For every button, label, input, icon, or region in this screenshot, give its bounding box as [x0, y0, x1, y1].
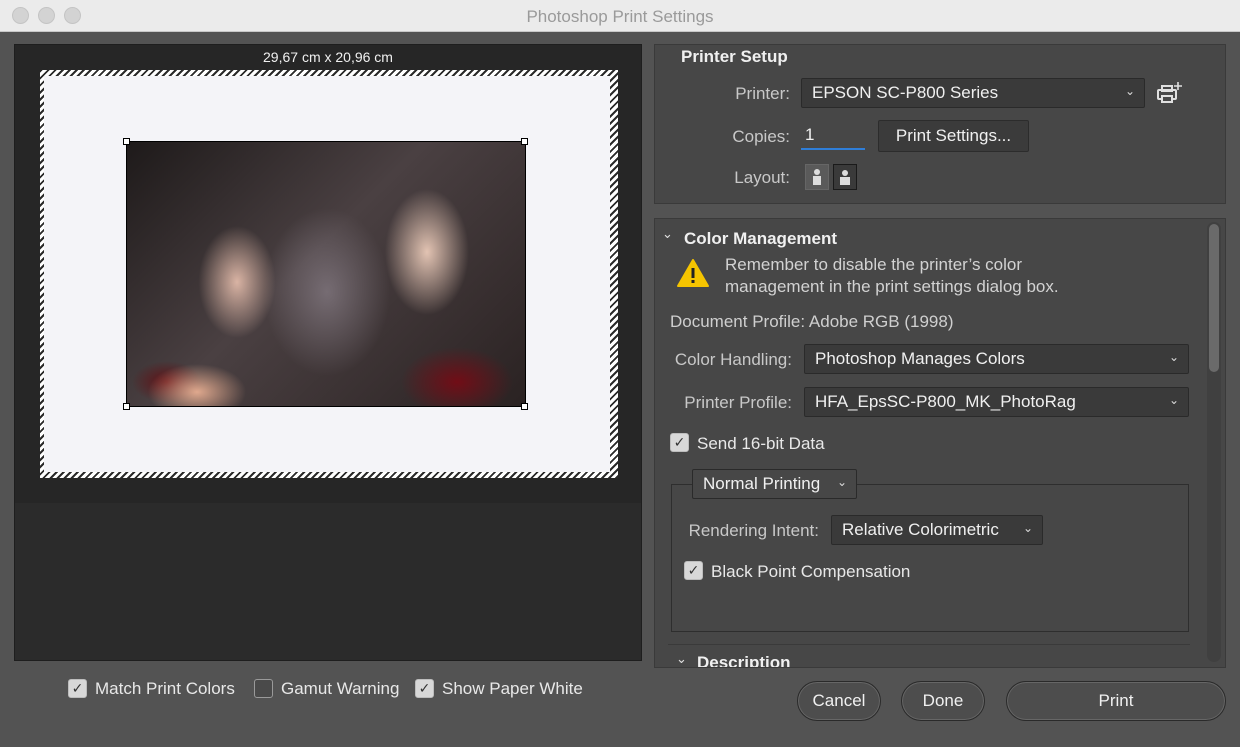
color-handling-label: Color Handling: [674, 350, 792, 369]
chevron-down-icon: ⌄ [1124, 84, 1135, 98]
printer-select-value: EPSON SC-P800 Series [812, 83, 999, 102]
color-management-heading: Color Management [684, 229, 838, 248]
print-mode-value: Normal Printing [703, 474, 821, 493]
print-preview: 29,67 cm x 20,96 cm [14, 44, 642, 661]
layout-label: Layout: [734, 168, 790, 187]
show-paper-white-checkbox[interactable]: ✓ [415, 679, 434, 698]
done-button[interactable]: Done [901, 681, 985, 721]
gamut-warning-label: Gamut Warning [281, 679, 400, 698]
paper-size-label: 29,67 cm x 20,96 cm [263, 49, 393, 65]
chevron-down-icon: ⌄ [1168, 350, 1179, 364]
send-16bit-checkbox[interactable]: ✓ [670, 433, 689, 452]
window-titlebar: Photoshop Print Settings [0, 0, 1240, 32]
warning-icon [677, 259, 709, 287]
warning-text-line2: management in the print settings dialog … [725, 277, 1059, 296]
window-title: Photoshop Print Settings [526, 7, 714, 26]
printer-profile-label: Printer Profile: [684, 393, 792, 412]
printer-label: Printer: [735, 84, 790, 103]
resize-handle-top-right[interactable] [521, 138, 528, 145]
rendering-intent-value: Relative Colorimetric [842, 520, 999, 539]
description-heading: Description [697, 653, 791, 667]
print-mode-select[interactable]: Normal Printing ⌄ [692, 469, 857, 499]
copies-input[interactable]: 1 [801, 122, 865, 150]
image-preview[interactable] [126, 141, 526, 407]
printer-profile-select[interactable]: HFA_EpsSC-P800_MK_PhotoRag ⌄ [804, 387, 1189, 417]
document-profile: Document Profile: Adobe RGB (1998) [670, 312, 954, 331]
rendering-intent-label: Rendering Intent: [688, 521, 819, 540]
black-point-compensation-checkbox[interactable]: ✓ [684, 561, 703, 580]
chevron-down-icon: ⌄ [1168, 393, 1179, 407]
rendering-intent-select[interactable]: Relative Colorimetric ⌄ [831, 515, 1043, 545]
resize-handle-bottom-right[interactable] [521, 403, 528, 410]
portrait-icon[interactable] [805, 164, 829, 190]
add-printer-icon[interactable] [1156, 80, 1184, 106]
scrollbar-thumb[interactable] [1209, 224, 1219, 372]
preview-empty-area [15, 503, 641, 660]
preview-canvas: 29,67 cm x 20,96 cm [15, 45, 641, 503]
show-paper-white-label: Show Paper White [442, 679, 583, 698]
print-settings-button[interactable]: Print Settings... [878, 120, 1029, 152]
description-chevron-icon[interactable]: ⌄ [676, 651, 687, 667]
color-handling-select[interactable]: Photoshop Manages Colors ⌄ [804, 344, 1189, 374]
printing-options-group [671, 484, 1189, 632]
print-button[interactable]: Print [1006, 681, 1226, 721]
resize-handle-top-left[interactable] [123, 138, 130, 145]
copies-label: Copies: [732, 127, 790, 146]
black-point-compensation-label: Black Point Compensation [711, 562, 911, 581]
match-print-colors-checkbox[interactable]: ✓ [68, 679, 87, 698]
chevron-down-icon: ⌄ [1022, 521, 1033, 535]
color-handling-value: Photoshop Manages Colors [815, 349, 1025, 368]
match-print-colors-label: Match Print Colors [95, 679, 235, 698]
gamut-warning-checkbox[interactable] [254, 679, 273, 698]
section-divider [668, 644, 1190, 645]
resize-handle-bottom-left[interactable] [123, 403, 130, 410]
send-16bit-label: Send 16-bit Data [697, 434, 825, 453]
printer-setup-heading: Printer Setup [681, 47, 788, 66]
chevron-down-icon: ⌄ [836, 475, 847, 489]
cancel-button[interactable]: Cancel [797, 681, 881, 721]
collapse-chevron-icon[interactable]: ⌄ [662, 226, 673, 242]
printer-profile-value: HFA_EpsSC-P800_MK_PhotoRag [815, 392, 1076, 411]
printer-select[interactable]: EPSON SC-P800 Series ⌄ [801, 78, 1145, 108]
warning-text-line1: Remember to disable the printer’s color [725, 255, 1023, 274]
landscape-icon[interactable] [833, 164, 857, 190]
